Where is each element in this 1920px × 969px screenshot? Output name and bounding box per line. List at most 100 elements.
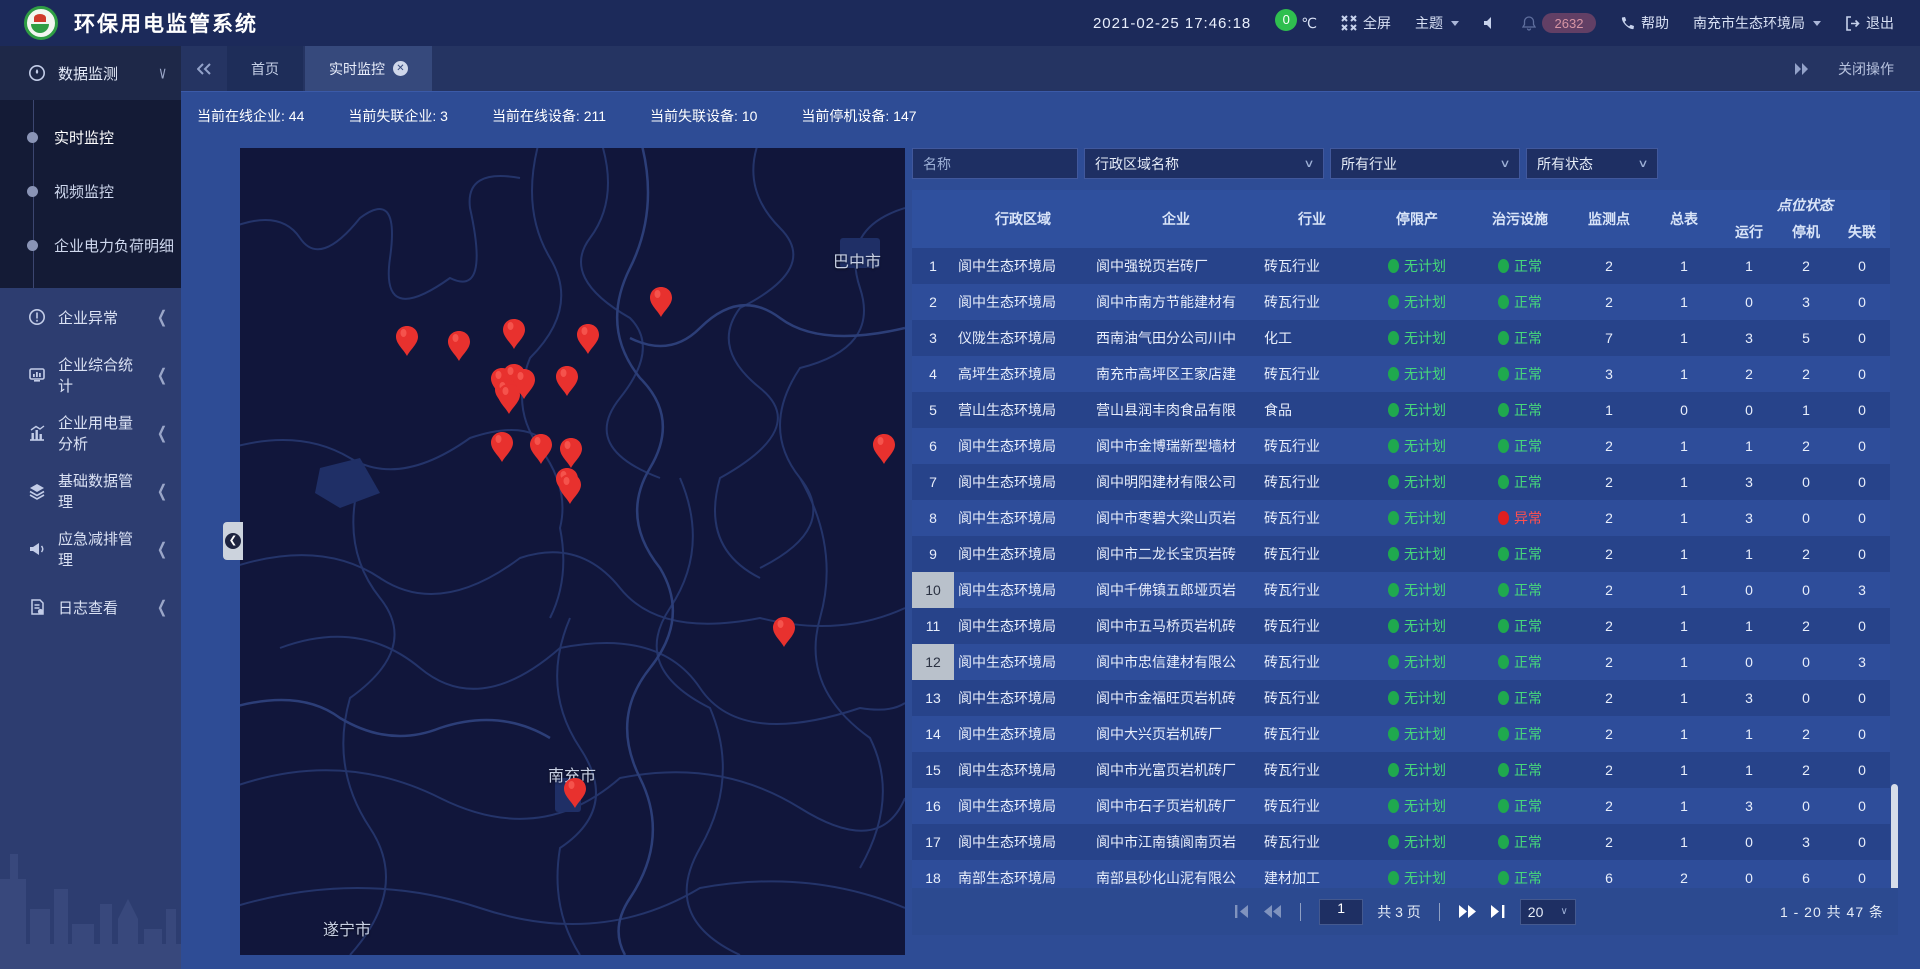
cell-lost-count: 0 xyxy=(1834,356,1890,392)
status-dot-icon xyxy=(1498,619,1509,633)
panel-collapse-handle[interactable]: ❮ xyxy=(223,522,243,560)
bell-icon xyxy=(1522,16,1536,31)
table-row[interactable]: 1阆中生态环境局阆中强锐页岩砖厂砖瓦行业无计划正常21120 xyxy=(912,248,1890,284)
cell-facility-status: 正常 xyxy=(1470,248,1570,284)
notifications-button[interactable]: 2632 xyxy=(1522,13,1596,33)
col-header-监测点[interactable]: 监测点 xyxy=(1570,190,1648,248)
col-header-总表[interactable]: 总表 xyxy=(1648,190,1720,248)
last-page-button[interactable] xyxy=(1490,905,1506,918)
map-location-pin[interactable] xyxy=(564,778,586,808)
sidebar-item-企业用电量分析[interactable]: 企业用电量分析❮ xyxy=(0,404,181,462)
col-subheader-运行[interactable]: 运行 xyxy=(1720,220,1778,248)
cell-production-status: 无计划 xyxy=(1364,356,1470,392)
cell-meter-count: 1 xyxy=(1648,680,1720,716)
table-row[interactable]: 13阆中生态环境局阆中市金福旺页岩机砖砖瓦行业无计划正常21300 xyxy=(912,680,1890,716)
tab-close-icon[interactable]: ✕ xyxy=(393,61,408,76)
table-row[interactable]: 5营山生态环境局营山县润丰肉食品有限食品无计划正常10010 xyxy=(912,392,1890,428)
col-header-企业[interactable]: 企业 xyxy=(1092,190,1260,248)
sidebar-item-应急减排管理[interactable]: 应急减排管理❮ xyxy=(0,520,181,578)
page-number-input[interactable]: 1 xyxy=(1319,899,1363,925)
region-select[interactable]: 行政区域名称 ∨ xyxy=(1084,148,1324,179)
cell-run-count: 1 xyxy=(1720,248,1778,284)
sidebar-subitem-企业电力负荷明细[interactable]: 企业电力负荷明细 xyxy=(0,218,181,272)
map-panel[interactable]: 巴中市南充市遂宁市 xyxy=(240,148,905,955)
table-row[interactable]: 11阆中生态环境局阆中市五马桥页岩机砖砖瓦行业无计划正常21120 xyxy=(912,608,1890,644)
table-row[interactable]: 3仪陇生态环境局西南油气田分公司川中化工无计划正常71350 xyxy=(912,320,1890,356)
table-row[interactable]: 6阆中生态环境局阆中市金博瑞新型墙材砖瓦行业无计划正常21120 xyxy=(912,428,1890,464)
tab-realtime-monitor[interactable]: 实时监控 ✕ xyxy=(305,46,432,91)
cell-monitor-count: 2 xyxy=(1570,248,1648,284)
col-header-治污设施[interactable]: 治污设施 xyxy=(1470,190,1570,248)
cell-run-count: 0 xyxy=(1720,572,1778,608)
table-row[interactable]: 17阆中生态环境局阆中市江南镇阆南页岩砖瓦行业无计划正常21030 xyxy=(912,824,1890,860)
sidebar-item-基础数据管理[interactable]: 基础数据管理❮ xyxy=(0,462,181,520)
map-location-pin[interactable] xyxy=(556,366,578,396)
map-location-pin[interactable] xyxy=(773,617,795,647)
tab-home[interactable]: 首页 xyxy=(227,46,303,91)
map-location-pin[interactable] xyxy=(560,438,582,468)
first-page-button[interactable] xyxy=(1234,905,1250,918)
help-button[interactable]: 帮助 xyxy=(1620,13,1669,33)
sidebar-item-企业综合统计[interactable]: 企业综合统计❮ xyxy=(0,346,181,404)
table-row[interactable]: 16阆中生态环境局阆中市石子页岩机砖厂砖瓦行业无计划正常21300 xyxy=(912,788,1890,824)
map-location-pin[interactable] xyxy=(448,331,470,361)
map-location-pin[interactable] xyxy=(491,432,513,462)
table-row[interactable]: 18南部生态环境局南部县砂化山泥有限公建材加工无计划正常62060 xyxy=(912,860,1890,888)
sidebar-subitem-实时监控[interactable]: 实时监控 xyxy=(0,110,181,164)
cell-region: 阆中生态环境局 xyxy=(954,428,1092,464)
theme-menu-button[interactable]: 主题 xyxy=(1415,13,1459,33)
sidebar-subitem-视频监控[interactable]: 视频监控 xyxy=(0,164,181,218)
map-location-pin[interactable] xyxy=(650,287,672,317)
status-dot-icon xyxy=(1388,547,1399,561)
table-row[interactable]: 8阆中生态环境局阆中市枣碧大梁山页岩砖瓦行业无计划异常21300 xyxy=(912,500,1890,536)
sound-toggle-button[interactable] xyxy=(1483,16,1498,30)
table-row[interactable]: 12阆中生态环境局阆中市忠信建材有限公砖瓦行业无计划正常21003 xyxy=(912,644,1890,680)
cell-lost-count: 0 xyxy=(1834,824,1890,860)
fullscreen-button[interactable]: 全屏 xyxy=(1341,13,1391,33)
tabs-scroll-left-button[interactable] xyxy=(181,46,227,91)
cell-stop-count: 0 xyxy=(1778,644,1834,680)
cell-industry: 砖瓦行业 xyxy=(1260,248,1364,284)
col-subheader-停机[interactable]: 停机 xyxy=(1778,220,1834,248)
cell-region: 阆中生态环境局 xyxy=(954,824,1092,860)
cell-monitor-count: 2 xyxy=(1570,536,1648,572)
next-page-button[interactable] xyxy=(1458,905,1476,918)
close-operations-button[interactable]: 关闭操作 xyxy=(1838,59,1894,79)
logout-button[interactable]: 退出 xyxy=(1845,13,1894,33)
cell-lost-count: 0 xyxy=(1834,464,1890,500)
table-row[interactable]: 7阆中生态环境局阆中明阳建材有限公司砖瓦行业无计划正常21300 xyxy=(912,464,1890,500)
temperature-unit: ℃ xyxy=(1301,15,1317,32)
col-header-行政区域[interactable]: 行政区域 xyxy=(954,190,1092,248)
map-location-pin[interactable] xyxy=(498,384,520,414)
industry-select[interactable]: 所有行业 ∨ xyxy=(1330,148,1520,179)
map-location-pin[interactable] xyxy=(396,326,418,356)
col-header-停限产[interactable]: 停限产 xyxy=(1364,190,1470,248)
map-location-pin[interactable] xyxy=(873,434,895,464)
org-menu-button[interactable]: 南充市生态环境局 xyxy=(1693,13,1821,33)
status-select[interactable]: 所有状态 ∨ xyxy=(1526,148,1658,179)
table-row[interactable]: 4高坪生态环境局南充市高坪区王家店建砖瓦行业无计划正常31220 xyxy=(912,356,1890,392)
col-header-行业[interactable]: 行业 xyxy=(1260,190,1364,248)
map-location-pin[interactable] xyxy=(530,434,552,464)
table-row[interactable]: 2阆中生态环境局阆中市南方节能建材有砖瓦行业无计划正常21030 xyxy=(912,284,1890,320)
cell-production-status: 无计划 xyxy=(1364,500,1470,536)
prev-page-button[interactable] xyxy=(1264,905,1282,918)
name-search-input[interactable]: 名称 xyxy=(912,148,1078,179)
cell-facility-status: 异常 xyxy=(1470,500,1570,536)
table-row[interactable]: 10阆中生态环境局阆中千佛镇五郎垭页岩砖瓦行业无计划正常21003 xyxy=(912,572,1890,608)
table-row[interactable]: 15阆中生态环境局阆中市光富页岩机砖厂砖瓦行业无计划正常21120 xyxy=(912,752,1890,788)
table-row[interactable]: 14阆中生态环境局阆中大兴页岩机砖厂砖瓦行业无计划正常21120 xyxy=(912,716,1890,752)
map-location-pin[interactable] xyxy=(503,319,525,349)
cell-company: 阆中市石子页岩机砖厂 xyxy=(1092,788,1260,824)
map-location-pin[interactable] xyxy=(577,324,599,354)
col-subheader-失联[interactable]: 失联 xyxy=(1834,220,1890,248)
page-size-select[interactable]: 20 ∨ xyxy=(1520,899,1576,925)
map-location-pin[interactable] xyxy=(559,474,581,504)
map-roads-layer xyxy=(240,148,905,955)
cell-index: 13 xyxy=(912,680,954,716)
sidebar-item-数据监测[interactable]: 数据监测∨ xyxy=(0,46,181,100)
sidebar-item-企业异常[interactable]: 企业异常❮ xyxy=(0,288,181,346)
sidebar-item-日志查看[interactable]: 日志查看❮ xyxy=(0,578,181,636)
table-row[interactable]: 9阆中生态环境局阆中市二龙长宝页岩砖砖瓦行业无计划正常21120 xyxy=(912,536,1890,572)
double-arrow-right-icon[interactable] xyxy=(1794,63,1810,75)
